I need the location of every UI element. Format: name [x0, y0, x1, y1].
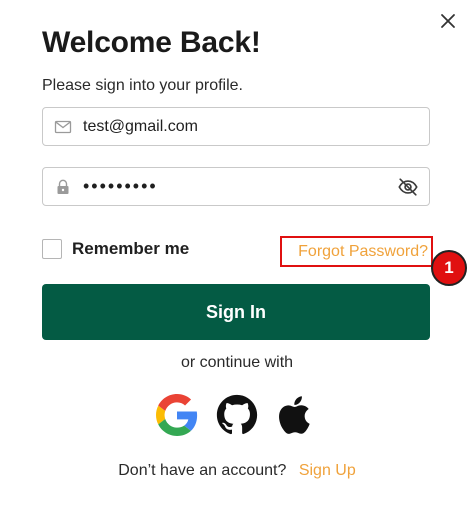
social-login-row — [156, 394, 316, 436]
remember-me-checkbox[interactable] — [42, 239, 62, 259]
remember-me[interactable]: Remember me — [42, 239, 189, 259]
signup-prompt: Don’t have an account? — [118, 462, 287, 479]
sign-up-link[interactable]: Sign Up — [299, 462, 356, 479]
lock-icon — [54, 178, 72, 196]
signup-row: Don’t have an account? Sign Up — [0, 462, 474, 480]
apple-login-button[interactable] — [276, 394, 318, 436]
page-title: Welcome Back! — [42, 26, 261, 59]
page-subtitle: Please sign into your profile. — [42, 77, 243, 94]
close-button[interactable] — [439, 12, 457, 30]
forgot-password-link[interactable]: Forgot Password? — [298, 243, 428, 261]
password-field[interactable] — [42, 167, 430, 206]
google-login-button[interactable] — [156, 394, 198, 436]
email-field[interactable] — [42, 107, 430, 146]
remember-me-label: Remember me — [72, 239, 190, 258]
forgot-password-highlight: Forgot Password? — [280, 236, 433, 267]
google-icon — [156, 394, 198, 436]
sign-in-button[interactable]: Sign In — [42, 284, 430, 340]
apple-icon — [279, 396, 310, 434]
email-input[interactable] — [83, 108, 383, 145]
github-login-button[interactable] — [216, 394, 258, 436]
github-icon — [216, 394, 258, 435]
mail-icon — [54, 118, 72, 136]
eye-off-icon[interactable] — [397, 176, 419, 198]
password-input[interactable] — [83, 168, 383, 205]
continue-with-label: or continue with — [180, 354, 294, 371]
annotation-badge: 1 — [431, 250, 467, 286]
close-icon — [441, 14, 455, 28]
